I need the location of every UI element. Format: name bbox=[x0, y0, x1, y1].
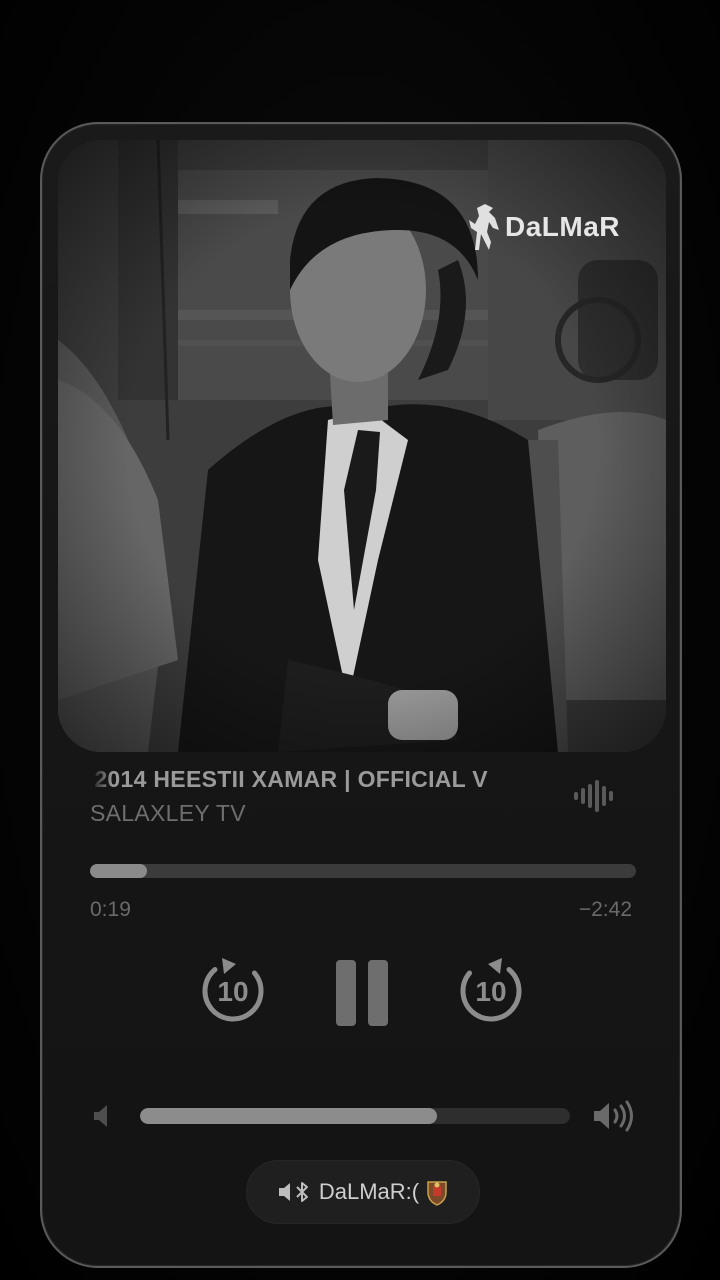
skip-forward-label: 10 bbox=[475, 976, 506, 1007]
horse-icon bbox=[468, 204, 499, 250]
output-device-button[interactable]: DaLMaR:( bbox=[246, 1160, 480, 1224]
skip-back-label: 10 bbox=[217, 976, 248, 1007]
volume-fill bbox=[140, 1108, 437, 1124]
time-remaining: −2:42 bbox=[578, 898, 632, 921]
playback-scrubber[interactable] bbox=[90, 864, 636, 878]
track-title-text: E 2014 HEESTII XAMAR | OFFICIAL V bbox=[90, 766, 488, 792]
now-playing-card: DaLMaR E 2014 HEESTII XAMAR | OFFICIAL V… bbox=[40, 122, 682, 1268]
volume-slider[interactable] bbox=[140, 1108, 570, 1124]
watermark-text: DaLMaR bbox=[504, 211, 620, 242]
track-artist[interactable]: SALAXLEY TV bbox=[90, 800, 246, 827]
album-artwork: DaLMaR bbox=[58, 140, 666, 752]
skip-back-button[interactable]: 10 bbox=[198, 954, 268, 1024]
time-elapsed: 0:19 bbox=[90, 898, 131, 921]
track-title[interactable]: E 2014 HEESTII XAMAR | OFFICIAL V bbox=[90, 766, 550, 793]
pause-button[interactable] bbox=[334, 958, 390, 1028]
speaker-high-icon bbox=[594, 1100, 633, 1132]
watermark: DaLMaR bbox=[463, 202, 620, 252]
rewind-10-icon: 10 bbox=[202, 958, 264, 1022]
crest-icon bbox=[427, 1181, 447, 1206]
forward-10-icon: 10 bbox=[460, 958, 522, 1022]
output-device-label: DaLMaR:( bbox=[318, 1179, 420, 1204]
screen: DaLMaR E 2014 HEESTII XAMAR | OFFICIAL V… bbox=[0, 0, 720, 1280]
speaker-low-icon bbox=[94, 1105, 107, 1127]
skip-forward-button[interactable]: 10 bbox=[456, 954, 526, 1024]
waveform-icon bbox=[574, 780, 613, 812]
pause-icon bbox=[336, 960, 388, 1026]
playback-progress-fill bbox=[90, 864, 148, 878]
speaker-bluetooth-icon bbox=[278, 1182, 308, 1202]
